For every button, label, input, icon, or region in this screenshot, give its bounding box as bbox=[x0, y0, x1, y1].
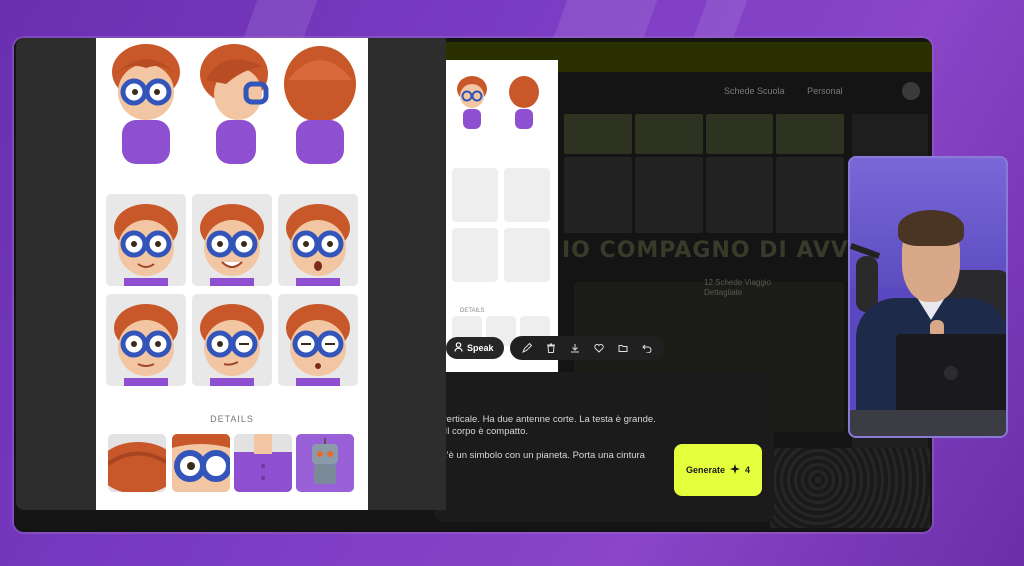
expression-cell[interactable] bbox=[278, 294, 358, 386]
expression-cell[interactable] bbox=[192, 194, 272, 286]
webcam-overlay bbox=[848, 156, 1008, 438]
presenter-hair bbox=[898, 210, 964, 246]
undo-icon[interactable] bbox=[636, 337, 658, 359]
generate-label: Generate bbox=[685, 465, 725, 475]
thumbnail[interactable] bbox=[705, 157, 774, 233]
image-actions bbox=[509, 336, 664, 360]
background-doodle-pattern bbox=[770, 448, 930, 528]
detail-shirt[interactable] bbox=[234, 434, 292, 492]
image-viewer[interactable]: DETAILS bbox=[16, 38, 446, 510]
result-preview-panel[interactable] bbox=[446, 60, 558, 380]
front-view bbox=[112, 44, 180, 164]
thumbnail[interactable] bbox=[634, 157, 703, 233]
thumbnail[interactable] bbox=[564, 157, 632, 233]
preview-details-label: DETAILS bbox=[460, 308, 485, 314]
thumbnail[interactable] bbox=[776, 157, 844, 233]
detail-glasses[interactable] bbox=[172, 434, 230, 492]
prompt-text-line: n verticale. Ha due antenne corte. La te… bbox=[434, 414, 656, 425]
pencil-icon[interactable] bbox=[516, 337, 538, 359]
image-toolbar: Speak bbox=[446, 336, 668, 360]
speak-button[interactable]: Speak bbox=[446, 337, 504, 359]
detail-hair[interactable] bbox=[108, 434, 166, 492]
background-thumbnail-grid bbox=[564, 114, 844, 233]
thumbnail[interactable] bbox=[705, 114, 774, 154]
expression-cell[interactable] bbox=[192, 294, 272, 386]
detail-robot-toy[interactable] bbox=[296, 434, 354, 492]
speak-label: Speak bbox=[467, 343, 494, 353]
nav-item[interactable]: Schede Scuola bbox=[724, 86, 785, 96]
background-caption: 12 Schede Viaggio Dettagliate bbox=[704, 278, 772, 297]
generate-button[interactable]: Generate 4 bbox=[674, 444, 762, 496]
expression-cell[interactable] bbox=[106, 294, 186, 386]
heart-icon[interactable] bbox=[588, 337, 610, 359]
back-view bbox=[284, 46, 356, 164]
app-window: Schede Scuola Personal IO COMPAGNO DI AV… bbox=[14, 38, 932, 532]
prompt-panel[interactable]: n verticale. Ha due antenne corte. La te… bbox=[434, 372, 774, 522]
background-heading: IO COMPAGNO DI AVVENTUR bbox=[562, 238, 852, 263]
bg-stripe bbox=[242, 0, 318, 40]
preview-expression[interactable] bbox=[452, 168, 498, 222]
laptop-logo-icon bbox=[944, 366, 958, 380]
thumbnail[interactable] bbox=[564, 114, 632, 154]
generate-count: 4 bbox=[745, 465, 751, 475]
background-nav: Schede Scuola Personal bbox=[724, 86, 863, 96]
nav-item[interactable]: Personal bbox=[807, 86, 843, 96]
character-sheet: DETAILS bbox=[96, 38, 368, 510]
preview-expression[interactable] bbox=[504, 168, 550, 222]
expression-cell[interactable] bbox=[278, 194, 358, 286]
desk bbox=[850, 410, 1006, 436]
sparkle-icon bbox=[730, 463, 740, 477]
folder-icon[interactable] bbox=[612, 337, 634, 359]
details-label: DETAILS bbox=[210, 414, 254, 424]
download-icon[interactable] bbox=[564, 337, 586, 359]
side-view bbox=[200, 44, 269, 164]
thumbnail[interactable] bbox=[776, 114, 844, 154]
user-avatar[interactable] bbox=[902, 82, 920, 100]
bg-stripe bbox=[552, 0, 658, 40]
prompt-text-line: a. Il corpo è compatto. bbox=[434, 426, 528, 437]
preview-expression[interactable] bbox=[452, 228, 498, 282]
turnaround-views bbox=[112, 44, 356, 164]
expression-cell[interactable] bbox=[106, 194, 186, 286]
preview-expression[interactable] bbox=[504, 228, 550, 282]
thumbnail[interactable] bbox=[634, 114, 703, 154]
bg-stripe bbox=[692, 0, 748, 40]
user-icon bbox=[454, 342, 463, 354]
trash-icon[interactable] bbox=[540, 337, 562, 359]
